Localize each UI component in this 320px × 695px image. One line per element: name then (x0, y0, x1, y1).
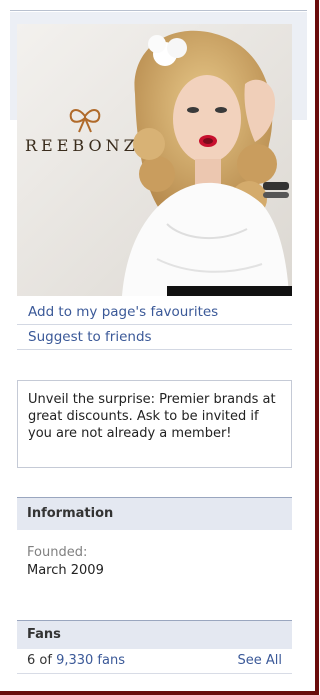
top-divider (10, 10, 307, 11)
profile-picture[interactable]: REEBONZ (17, 24, 292, 296)
about-box: Unveil the surprise: Premier brands at g… (17, 380, 292, 468)
founded-value: March 2009 (27, 563, 104, 578)
fans-count-link[interactable]: 9,330 fans (56, 653, 125, 668)
see-all-fans-link[interactable]: See All (238, 649, 283, 673)
information-body: Founded: March 2009 (17, 530, 292, 624)
fans-count-prefix: 6 of (27, 653, 57, 668)
fans-section: Fans 6 of 9,330 fans See All (17, 620, 292, 674)
profile-photo-image (17, 24, 292, 296)
about-text: Unveil the surprise: Premier brands at g… (28, 392, 276, 441)
information-header: Information (17, 497, 292, 530)
information-section: Information Founded: March 2009 (17, 497, 292, 624)
suggest-to-friends-link[interactable]: Suggest to friends (17, 325, 292, 350)
fans-count-row: 6 of 9,330 fans See All (17, 649, 292, 674)
fans-header: Fans (17, 620, 292, 649)
add-to-favourites-link[interactable]: Add to my page's favourites (17, 300, 292, 325)
profile-actions: Add to my page's favourites Suggest to f… (17, 300, 292, 350)
brand-logo: REEBONZ (25, 136, 139, 155)
page-frame: REEBONZ Add to my page's favourites Sugg… (0, 0, 319, 695)
founded-label: Founded: (27, 545, 88, 560)
